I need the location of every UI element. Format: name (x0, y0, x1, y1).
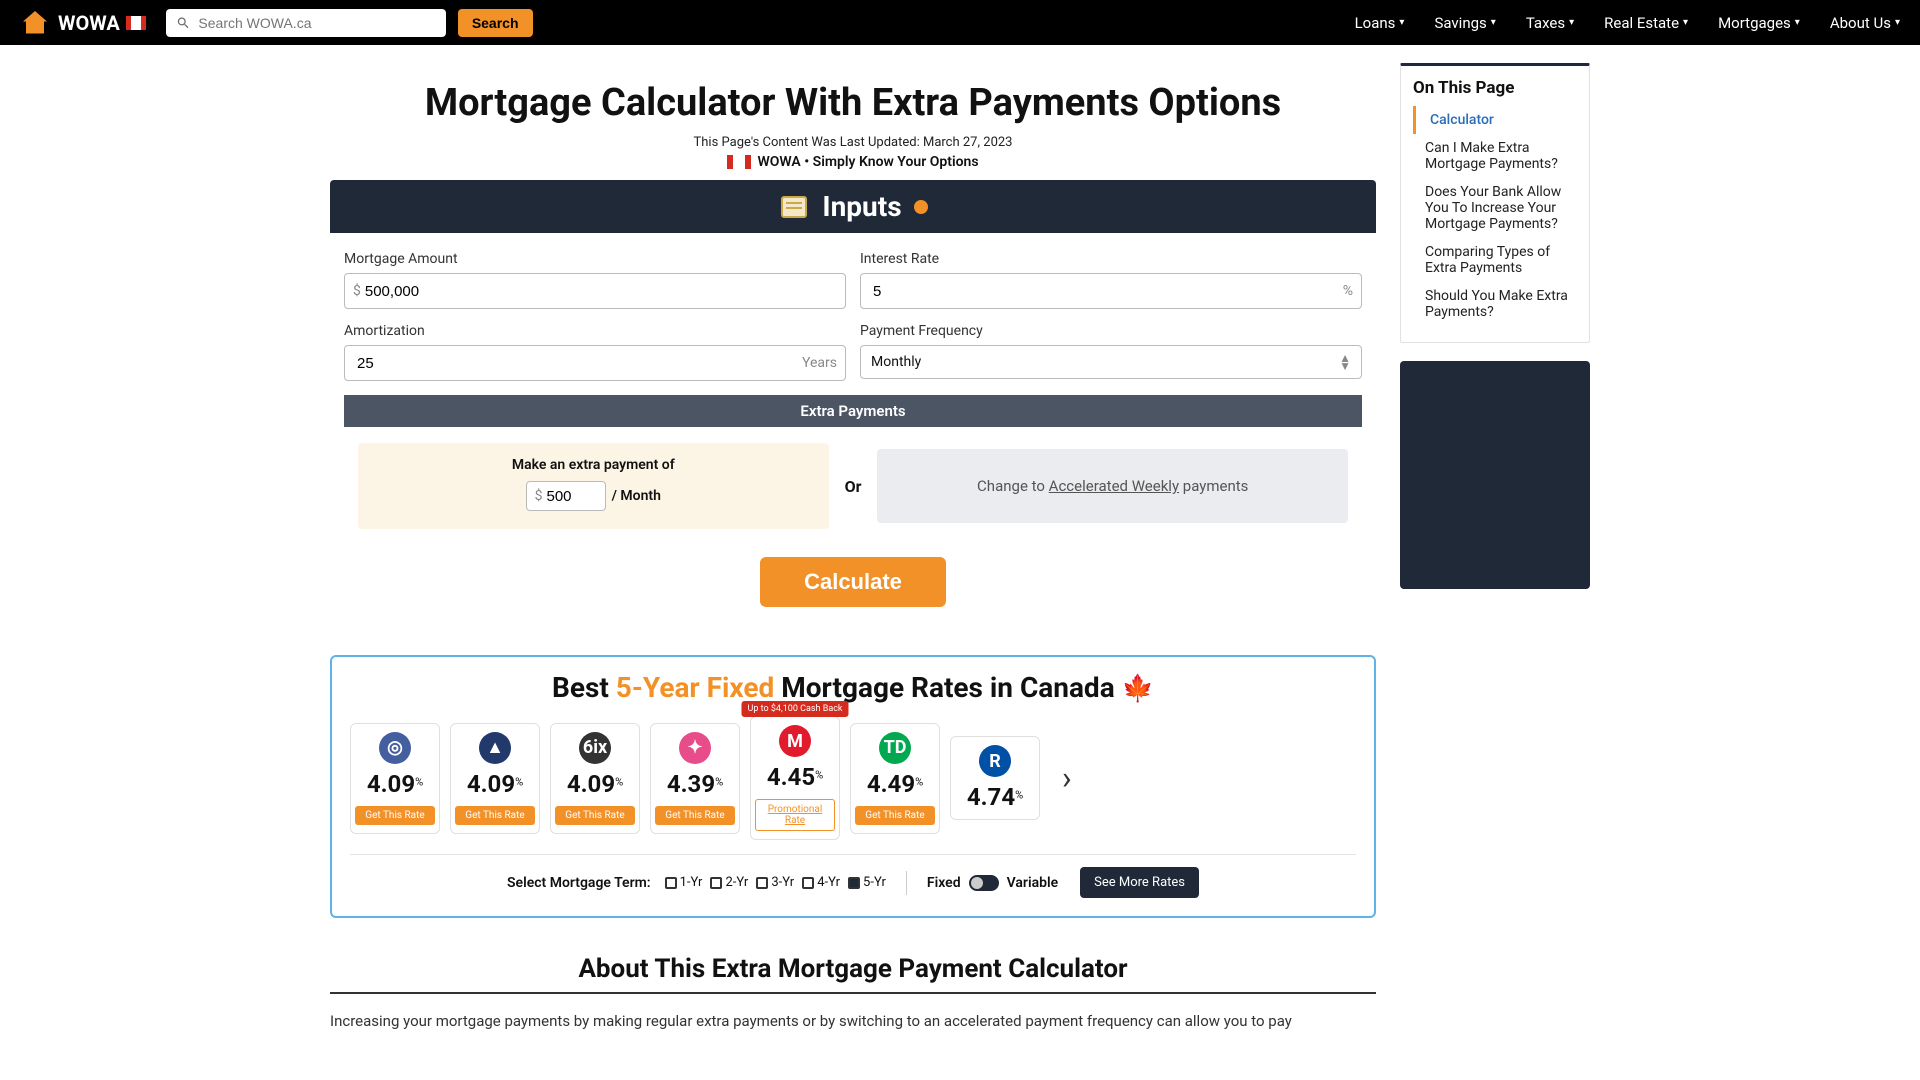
maple-leaf-icon: 🍁 (1122, 674, 1154, 704)
payment-frequency-select[interactable]: Monthly ▲▼ (860, 345, 1362, 379)
lender-logo-icon: R (979, 745, 1011, 777)
inputs-header: Inputs (330, 180, 1376, 233)
page-title: Mortgage Calculator With Extra Payments … (330, 81, 1376, 125)
get-rate-button[interactable]: Get This Rate (555, 806, 635, 825)
toc-item[interactable]: Comparing Types of Extra Payments (1413, 238, 1577, 282)
get-rate-button[interactable]: Get This Rate (855, 806, 935, 825)
get-rate-button[interactable]: Promotional Rate (755, 799, 835, 831)
or-label: Or (845, 477, 862, 496)
mortgage-amount-field: Mortgage Amount $ (344, 251, 846, 309)
inputs-icon (778, 191, 810, 223)
rate-card[interactable]: ✦4.39%Get This Rate (650, 723, 740, 834)
rate-card[interactable]: R4.74% (950, 736, 1040, 820)
lender-logo-icon: ◎ (379, 732, 411, 764)
checkbox-icon (756, 877, 768, 889)
nav-about-us[interactable]: About Us▾ (1830, 14, 1900, 32)
canada-flag-icon (126, 16, 146, 30)
cashback-badge: Up to $4,100 Cash Back (741, 701, 848, 717)
lender-logo-icon: ✦ (679, 732, 711, 764)
interest-rate-field: Interest Rate % (860, 251, 1362, 309)
updown-icon: ▲▼ (1339, 354, 1351, 370)
toc-item[interactable]: Calculator (1413, 106, 1577, 134)
term-option-5-yr[interactable]: 5-Yr (848, 875, 886, 890)
caret-down-icon: ▾ (1399, 17, 1404, 28)
caret-down-icon: ▾ (1895, 17, 1900, 28)
nav-real-estate[interactable]: Real Estate▾ (1604, 14, 1688, 32)
see-more-rates-button[interactable]: See More Rates (1080, 867, 1199, 898)
term-option-2-yr[interactable]: 2-Yr (710, 875, 748, 890)
rates-panel: Best 5-Year Fixed Mortgage Rates in Cana… (330, 655, 1376, 918)
lender-logo-icon: M (779, 725, 811, 757)
lender-logo-icon: ▲ (479, 732, 511, 764)
search-button[interactable]: Search (458, 9, 533, 37)
toc-item[interactable]: Does Your Bank Allow You To Increase You… (1413, 178, 1577, 238)
rate-card[interactable]: ▲4.09%Get This Rate (450, 723, 540, 834)
nav-loans[interactable]: Loans▾ (1355, 14, 1405, 32)
toc-item[interactable]: Can I Make Extra Mortgage Payments? (1413, 134, 1577, 178)
interest-rate-input[interactable] (869, 283, 1343, 300)
get-rate-button[interactable]: Get This Rate (355, 806, 435, 825)
checkbox-icon (848, 877, 860, 889)
get-rate-button[interactable]: Get This Rate (655, 806, 735, 825)
checkbox-icon (802, 877, 814, 889)
caret-down-icon: ▾ (1683, 17, 1688, 28)
about-text: Increasing your mortgage payments by mak… (330, 1010, 1376, 1033)
lender-logo-icon: 6ix (579, 732, 611, 764)
about-title: About This Extra Mortgage Payment Calcul… (330, 954, 1376, 994)
main-nav: Loans▾ Savings▾ Taxes▾ Real Estate▾ Mortgage… (1355, 14, 1900, 32)
nav-taxes[interactable]: Taxes▾ (1526, 14, 1574, 32)
extra-payment-box: Make an extra payment of $ / Month (358, 443, 829, 529)
term-option-1-yr[interactable]: 1-Yr (665, 875, 703, 890)
checkbox-icon (665, 877, 677, 889)
rates-title: Best 5-Year Fixed Mortgage Rates in Cana… (350, 671, 1356, 704)
term-option-4-yr[interactable]: 4-Yr (802, 875, 840, 890)
caret-down-icon: ▾ (1569, 17, 1574, 28)
search-icon (176, 15, 191, 31)
nav-savings[interactable]: Savings▾ (1434, 14, 1495, 32)
nav-mortgages[interactable]: Mortgages▾ (1718, 14, 1800, 32)
logo-icon (20, 8, 50, 38)
toc-heading: On This Page (1413, 78, 1577, 98)
payment-frequency-field: Payment Frequency Monthly ▲▼ (860, 323, 1362, 381)
rate-cards: ◎4.09%Get This Rate▲4.09%Get This Rate6i… (350, 716, 1356, 840)
accelerated-box[interactable]: Change to Accelerated Weekly payments (877, 449, 1348, 523)
lender-logo-icon: TD (879, 732, 911, 764)
header: WOWA Search Loans▾ Savings▾ Taxes▾ Real Est… (0, 0, 1920, 45)
calculate-button[interactable]: Calculate (760, 557, 946, 607)
extra-payments-header: Extra Payments (344, 395, 1362, 427)
checkbox-icon (710, 877, 722, 889)
search-input[interactable] (198, 15, 435, 31)
caret-down-icon: ▾ (1491, 17, 1496, 28)
inputs-panel: Inputs Mortgage Amount $ Interest Rate (330, 180, 1376, 629)
brand-name[interactable]: WOWA (58, 11, 120, 35)
canada-flag-icon (727, 155, 751, 169)
last-updated: This Page's Content Was Last Updated: Ma… (330, 135, 1376, 150)
mortgage-amount-input[interactable] (361, 283, 837, 300)
toc-item[interactable]: Should You Make Extra Payments? (1413, 282, 1577, 326)
caret-down-icon: ▾ (1795, 17, 1800, 28)
rate-card[interactable]: 6ix4.09%Get This Rate (550, 723, 640, 834)
next-arrow-icon[interactable]: › (1062, 759, 1072, 797)
dot-icon (914, 200, 928, 214)
term-row: Select Mortgage Term: 1-Yr2-Yr3-Yr4-Yr5-… (350, 854, 1356, 898)
search-box[interactable] (166, 9, 446, 37)
rate-card[interactable]: ◎4.09%Get This Rate (350, 723, 440, 834)
tagline: WOWA • Simply Know Your Options (330, 154, 1376, 170)
rate-card[interactable]: TD4.49%Get This Rate (850, 723, 940, 834)
toc: On This Page CalculatorCan I Make Extra … (1400, 63, 1590, 343)
amortization-input[interactable] (353, 355, 802, 372)
rate-card[interactable]: Up to $4,100 Cash BackM4.45%Promotional … (750, 716, 840, 840)
get-rate-button[interactable]: Get This Rate (455, 806, 535, 825)
accelerated-link[interactable]: Accelerated Weekly (1049, 477, 1179, 495)
amortization-field: Amortization Years (344, 323, 846, 381)
term-option-3-yr[interactable]: 3-Yr (756, 875, 794, 890)
ad-placeholder (1400, 361, 1590, 589)
fixed-variable-toggle[interactable] (969, 875, 999, 891)
